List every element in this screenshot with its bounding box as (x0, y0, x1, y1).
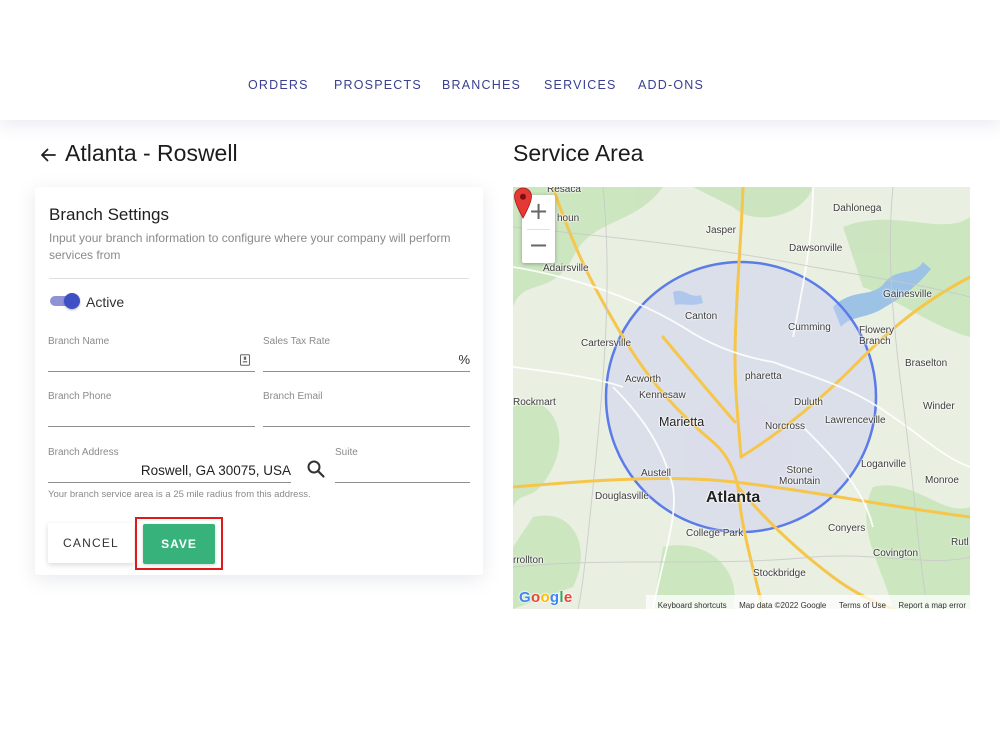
map-label: Loganville (861, 459, 907, 470)
map-label: Marietta (659, 415, 705, 429)
map-label: Kennesaw (639, 390, 686, 401)
main-nav: ORDERS PROSPECTS BRANCHES SERVICES ADD-O… (0, 78, 1000, 94)
map-data-text: Map data ©2022 Google (739, 601, 827, 609)
sales-tax-label: Sales Tax Rate (263, 336, 331, 347)
map-label: Stockbridge (753, 568, 806, 579)
map-label: Braselton (905, 358, 948, 369)
terms-link[interactable]: Terms of Use (839, 601, 886, 609)
helper-text: Your branch service area is a 25 mile ra… (48, 489, 311, 500)
search-icon[interactable] (305, 458, 327, 480)
report-error-link[interactable]: Report a map error (898, 601, 966, 609)
map-label: Cumming (788, 322, 831, 333)
map-label: Norcross (765, 421, 806, 432)
nav-branches[interactable]: BRANCHES (442, 78, 521, 92)
map-label: Gainesville (883, 289, 932, 300)
map-footer: Keyboard shortcuts Map data ©2022 Google… (645, 595, 970, 609)
active-toggle[interactable] (48, 293, 80, 309)
divider (49, 278, 469, 279)
map-label: Resaca (547, 187, 581, 195)
cancel-button[interactable]: CANCEL (48, 523, 134, 563)
map-label: Winder (923, 401, 955, 412)
map-label: Stone Mountain (779, 465, 821, 487)
map-title: Service Area (513, 140, 644, 166)
suite-field[interactable]: Suite (335, 447, 470, 483)
map-label: Douglasville (595, 491, 649, 502)
back-arrow-icon[interactable] (38, 145, 58, 165)
percent-suffix: % (458, 352, 470, 367)
map-label: Cartersville (581, 338, 632, 349)
nav-orders[interactable]: ORDERS (248, 78, 309, 92)
map-label: Monroe (925, 475, 959, 486)
google-logo: Google (519, 589, 573, 606)
top-bar: ORDERS PROSPECTS BRANCHES SERVICES ADD-O… (0, 0, 1000, 120)
map-label: Adairsville (543, 263, 589, 274)
active-label: Active (86, 294, 125, 310)
branch-name-label: Branch Name (48, 336, 110, 347)
location-pin-icon[interactable] (513, 187, 533, 219)
save-button[interactable]: SAVE (143, 524, 215, 564)
map-label: Rutl (951, 537, 969, 548)
branch-address-label: Branch Address (48, 447, 119, 458)
nav-services[interactable]: SERVICES (544, 78, 617, 92)
card-title: Branch Settings (49, 205, 170, 224)
nav-add-ons[interactable]: ADD-ONS (638, 78, 704, 92)
branch-address-value: Roswell, GA 30075, USA (140, 463, 291, 478)
branch-phone-label: Branch Phone (48, 391, 112, 402)
map-label: Acworth (625, 374, 662, 385)
card-description: Input your branch information to configu… (49, 231, 451, 262)
map-label: Conyers (828, 523, 866, 534)
sales-tax-field[interactable]: Sales Tax Rate % (263, 336, 470, 372)
nav-prospects[interactable]: PROSPECTS (334, 78, 422, 92)
toggle-knob (64, 293, 80, 309)
branch-email-label: Branch Email (263, 391, 323, 402)
map-label: rrollton (513, 555, 544, 566)
keyboard-shortcuts-link[interactable]: Keyboard shortcuts (658, 601, 727, 609)
map-label: Dawsonville (789, 243, 843, 254)
id-card-icon (240, 354, 250, 366)
map-label: Covington (873, 548, 919, 559)
branch-name-field[interactable]: Branch Name (48, 336, 255, 372)
suite-label: Suite (335, 447, 358, 458)
map-label: Atlanta (706, 489, 761, 506)
map-label: Flowery Branch (859, 325, 895, 347)
map-label: Austell (641, 468, 672, 479)
map-label: Lawrenceville (825, 415, 886, 426)
map-label: Jasper (706, 225, 737, 236)
map-canvas (513, 187, 970, 609)
map-label: houn (557, 213, 580, 224)
map-label: pharetta (745, 371, 782, 382)
branch-settings-card: Branch Settings Input your branch inform… (35, 187, 483, 575)
service-area-map[interactable]: + − Resaca houn Jasper Dahlonega Dawsonv… (513, 187, 970, 609)
branch-address-field[interactable]: Branch Address Roswell, GA 30075, USA (48, 447, 325, 483)
map-label: Rockmart (513, 397, 556, 408)
branch-email-field[interactable]: Branch Email (263, 391, 470, 427)
map-label: Duluth (794, 397, 823, 408)
map-label: Dahlonega (833, 203, 882, 214)
map-label: Canton (685, 311, 718, 322)
page-title: Atlanta - Roswell (65, 140, 238, 166)
map-label: College Park (686, 528, 744, 539)
branch-phone-field[interactable]: Branch Phone (48, 391, 255, 427)
zoom-out-button[interactable]: − (522, 229, 555, 263)
save-highlight-box: SAVE (135, 517, 223, 570)
